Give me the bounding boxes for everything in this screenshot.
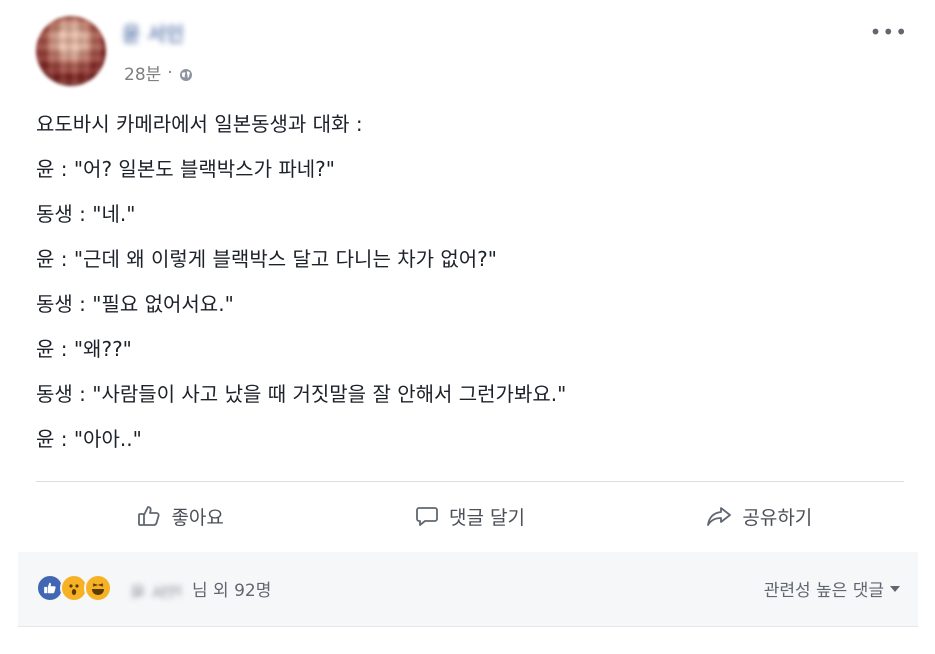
- post-line: 동생 : "사람들이 사고 났을 때 거짓말을 잘 안해서 그런가봐요.": [36, 382, 567, 406]
- post-text: 요도바시 카메라에서 일본동생과 대화 : 윤 : "어? 일본도 블랙박스가 …: [36, 102, 896, 462]
- meta-separator: ·: [167, 62, 173, 83]
- comment-bubble-icon: [415, 504, 439, 528]
- share-label: 공유하기: [742, 506, 813, 529]
- facebook-post-card: 윤 서인 28분 · ••• 요도바시 카메라에서 일본동생과 대화 : 윤 :…: [18, 0, 918, 654]
- post-line: 동생 : "필요 없어서요.": [36, 292, 234, 316]
- divider: [36, 481, 904, 482]
- post-line: 윤 : "아아..": [36, 427, 142, 451]
- haha-reaction-icon: [84, 574, 112, 602]
- comment-label: 댓글 달기: [449, 506, 525, 529]
- share-arrow-icon: [706, 504, 732, 528]
- reaction-icons[interactable]: [36, 574, 112, 602]
- post-line: 윤 : "왜??": [36, 337, 132, 361]
- author-name[interactable]: 윤 서인: [122, 18, 198, 44]
- like-button[interactable]: 좋아요: [36, 483, 325, 549]
- caret-down-icon: [890, 585, 900, 592]
- like-label: 좋아요: [171, 506, 224, 529]
- thumbs-up-icon: [137, 504, 161, 528]
- more-options-icon[interactable]: •••: [870, 20, 908, 44]
- post-line: 윤 : "근데 왜 이렇게 블랙박스 달고 다니는 차가 없어?": [36, 247, 497, 271]
- comment-sort-dropdown[interactable]: 관련성 높은 댓글: [764, 576, 900, 601]
- timestamp[interactable]: 28분: [124, 60, 161, 85]
- reactions-footer: 윤 서인 님 외 92명 관련성 높은 댓글: [18, 552, 918, 627]
- post-line: 윤 : "어? 일본도 블랙박스가 파네?": [36, 157, 335, 181]
- reactor-name: 윤 서인: [130, 583, 183, 599]
- comment-button[interactable]: 댓글 달기: [325, 483, 614, 549]
- sort-label: 관련성 높은 댓글: [763, 581, 884, 601]
- reactor-names[interactable]: 윤 서인 님 외 92명: [130, 576, 271, 601]
- reactor-suffix: 님 외 92명: [192, 581, 272, 601]
- post-line: 요도바시 카메라에서 일본동생과 대화 :: [36, 112, 363, 136]
- share-button[interactable]: 공유하기: [615, 483, 904, 549]
- action-bar: 좋아요 댓글 달기 공유하기: [36, 483, 904, 549]
- globe-icon[interactable]: [179, 67, 193, 81]
- post-meta: 28분 ·: [124, 60, 193, 85]
- avatar[interactable]: [36, 16, 106, 86]
- post-line: 동생 : "네.": [36, 202, 136, 226]
